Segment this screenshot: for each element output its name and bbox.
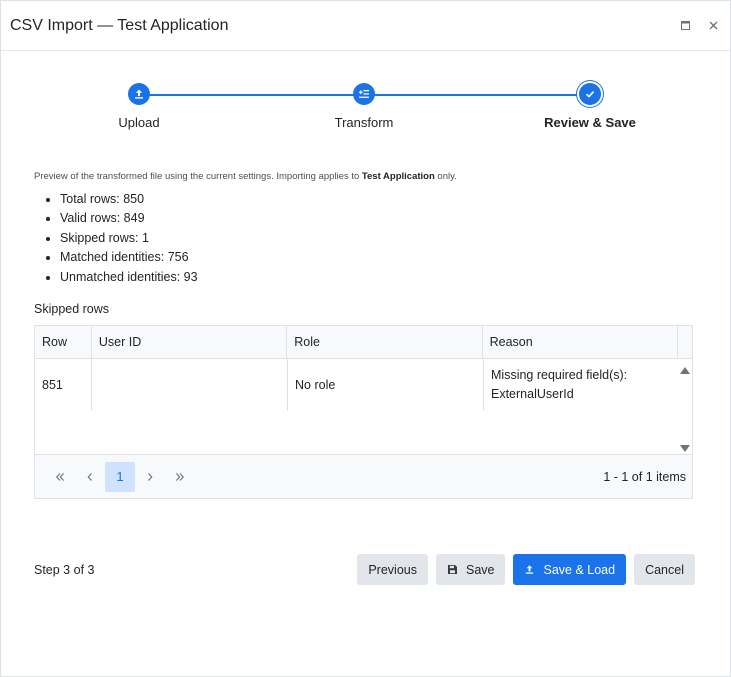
cancel-button-label: Cancel — [645, 562, 684, 577]
csv-import-dialog: CSV Import — Test Application Upload Tra… — [0, 0, 731, 677]
previous-page-button[interactable] — [75, 462, 105, 492]
grid-pager: 1 1 - 1 of 1 items — [35, 454, 692, 499]
step-transform-circle — [353, 83, 375, 105]
cancel-button[interactable]: Cancel — [634, 554, 695, 585]
skipped-rows-grid: Row User ID Role Reason 851 No role Miss… — [34, 325, 693, 500]
column-header-user-id[interactable]: User ID — [92, 326, 288, 359]
import-stats-list: Total rows: 850 Valid rows: 849 Skipped … — [34, 190, 695, 287]
window-controls — [678, 19, 720, 33]
double-chevron-right-icon — [175, 472, 185, 481]
dialog-title: CSV Import — Test Application — [10, 16, 229, 34]
review-content: Preview of the transformed file using th… — [34, 171, 695, 500]
header-scroll-spacer — [678, 326, 692, 358]
grid-body: 851 No role Missing required field(s): E… — [35, 359, 692, 456]
skipped-rows-title: Skipped rows — [34, 302, 110, 317]
step-transform[interactable]: Transform — [304, 83, 424, 130]
scroll-down-arrow-icon[interactable] — [680, 445, 690, 453]
step-upload-circle — [128, 83, 150, 105]
scroll-up-arrow-icon[interactable] — [680, 367, 690, 375]
next-page-button[interactable] — [135, 462, 165, 492]
stat-valid-rows: Valid rows: 849 — [60, 209, 695, 228]
column-header-role[interactable]: Role — [287, 326, 483, 359]
save-and-load-button-label: Save & Load — [543, 562, 616, 577]
cell-user-id — [92, 359, 288, 412]
maximize-icon — [680, 21, 690, 30]
dialog-titlebar: CSV Import — Test Application — [1, 1, 730, 51]
step-upload-label: Upload — [118, 115, 160, 130]
last-page-button[interactable] — [165, 462, 195, 492]
upload-icon — [526, 565, 534, 574]
step-upload[interactable]: Upload — [79, 83, 199, 130]
preview-text-before: Preview of the transformed file using th… — [34, 171, 362, 182]
preview-description: Preview of the transformed file using th… — [34, 171, 695, 182]
footer-buttons: Previous Save Save & Load Cancel — [357, 554, 695, 585]
step-transform-label: Transform — [334, 115, 394, 130]
upload-icon — [135, 89, 143, 99]
table-row[interactable]: 851 No role Missing required field(s): E… — [35, 359, 692, 412]
save-button[interactable]: Save — [435, 554, 506, 585]
grid-scrollbar[interactable] — [680, 359, 690, 456]
save-button-label: Save — [465, 562, 495, 577]
cell-role: No role — [288, 359, 484, 412]
transform-icon — [359, 90, 369, 98]
import-stepper: Upload Transform Review & Save — [1, 83, 730, 133]
previous-button[interactable]: Previous — [357, 554, 428, 585]
double-chevron-left-icon — [55, 472, 65, 481]
cell-row: 851 — [35, 359, 92, 412]
step-review-circle — [579, 83, 601, 105]
first-page-button[interactable] — [45, 462, 75, 492]
pager-info: 1 - 1 of 1 items — [603, 469, 686, 484]
preview-text-after: only. — [434, 171, 457, 182]
step-indicator: Step 3 of 3 — [34, 562, 95, 577]
close-icon — [709, 21, 717, 30]
chevron-left-icon — [87, 472, 92, 481]
close-button[interactable] — [706, 19, 720, 33]
preview-app-name: Test Application — [361, 171, 435, 182]
maximize-button[interactable] — [678, 19, 692, 33]
column-header-row[interactable]: Row — [35, 326, 92, 359]
stat-unmatched-identities: Unmatched identities: 93 — [60, 268, 695, 287]
stat-matched-identities: Matched identities: 756 — [60, 248, 695, 267]
page-number-button[interactable]: 1 — [105, 461, 135, 492]
grid-header: Row User ID Role Reason — [35, 326, 692, 360]
stat-skipped-rows: Skipped rows: 1 — [60, 229, 695, 248]
check-icon — [585, 91, 595, 98]
floppy-disk-icon — [447, 565, 457, 574]
column-header-reason[interactable]: Reason — [483, 326, 678, 359]
dialog-footer: Step 3 of 3 Previous Save Save & Load Ca… — [34, 554, 695, 585]
step-review-save[interactable]: Review & Save — [530, 83, 650, 130]
step-review-label: Review & Save — [544, 115, 636, 130]
cell-reason: Missing required field(s): ExternalUserI… — [491, 368, 628, 402]
chevron-right-icon — [148, 472, 153, 481]
stat-total-rows: Total rows: 850 — [60, 190, 695, 209]
save-and-load-button[interactable]: Save & Load — [513, 554, 627, 585]
previous-button-label: Previous — [368, 562, 417, 577]
